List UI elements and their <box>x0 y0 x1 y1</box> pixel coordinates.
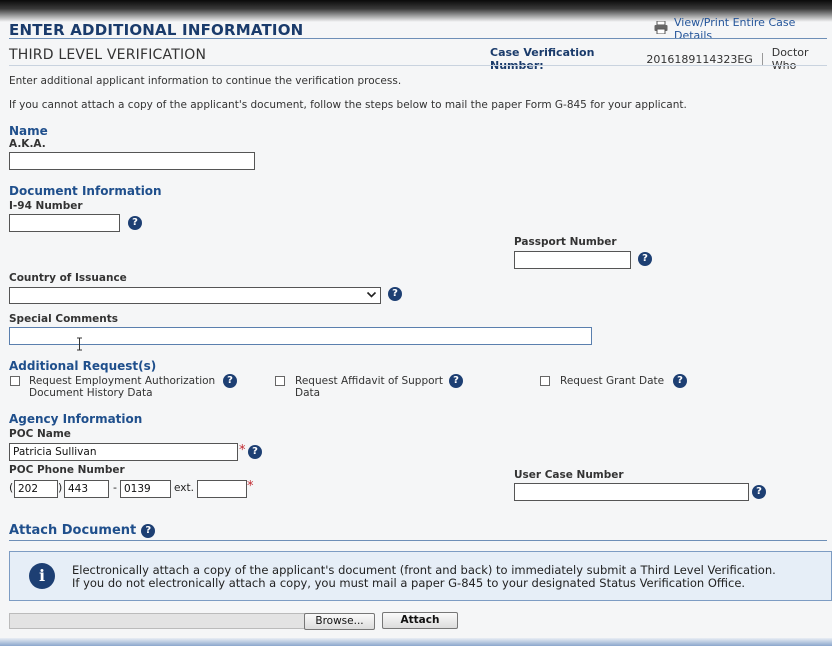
request-ead-history-label-line2: Document History Data <box>29 387 153 399</box>
case-info: Case Verification Number: 2016189114323E… <box>490 46 832 72</box>
request-grant-date-checkbox[interactable] <box>540 376 550 386</box>
attach-help-icon[interactable]: ? <box>141 523 156 538</box>
phone-required-marker: * <box>247 479 254 494</box>
comments-input[interactable] <box>9 327 592 345</box>
aka-label: A.K.A. <box>9 138 46 150</box>
attach-info-box: i Electronically attach a copy of the ap… <box>9 551 832 601</box>
phone-area-code-input[interactable] <box>14 480 58 498</box>
name-section-heading: Name <box>9 124 48 138</box>
passport-input[interactable] <box>514 251 631 269</box>
bottom-bar <box>0 638 832 646</box>
request-grant-date-help-icon[interactable]: ? <box>673 374 687 388</box>
attach-section-heading: Attach Document <box>9 523 137 538</box>
request-affidavit-label-line2: Data <box>295 387 321 399</box>
case-number: 2016189114323EG <box>646 52 753 66</box>
phone-dash: - <box>113 481 117 494</box>
aka-input[interactable] <box>9 152 255 170</box>
printer-icon <box>654 20 668 37</box>
user-case-help-icon[interactable]: ? <box>752 485 766 499</box>
comments-label: Special Comments <box>9 313 119 325</box>
additional-requests-heading: Additional Request(s) <box>9 359 157 373</box>
request-ead-help-icon[interactable]: ? <box>223 374 237 388</box>
request-affidavit-checkbox[interactable] <box>275 376 285 386</box>
poc-name-label: POC Name <box>9 428 71 440</box>
file-path-field[interactable] <box>9 613 305 629</box>
phone-line-input[interactable] <box>120 480 171 498</box>
browse-button[interactable]: Browse... <box>304 613 375 630</box>
phone-ext-label: ext. <box>174 482 194 494</box>
page-subtitle: THIRD LEVEL VERIFICATION <box>9 47 207 63</box>
document-section-heading: Document Information <box>9 184 162 198</box>
request-affidavit-label[interactable]: Request Affidavit of Support Data <box>295 375 443 399</box>
request-ead-history-label[interactable]: Request Employment Authorization Documen… <box>29 375 215 399</box>
passport-label: Passport Number <box>514 236 617 248</box>
user-case-number-input[interactable] <box>514 483 749 501</box>
phone-close-paren: ) <box>58 481 63 494</box>
request-ead-history-label-line1: Request Employment Authorization <box>29 375 216 387</box>
chevron-down-icon <box>366 289 377 303</box>
attach-info-text: Electronically attach a copy of the appl… <box>72 564 776 590</box>
i94-label: I-94 Number <box>9 200 83 212</box>
request-grant-date-label[interactable]: Request Grant Date <box>560 375 664 387</box>
poc-name-input[interactable] <box>9 443 238 461</box>
user-case-number-label: User Case Number <box>514 469 624 481</box>
country-label: Country of Issuance <box>9 272 127 284</box>
request-affidavit-help-icon[interactable]: ? <box>449 374 463 388</box>
title-divider <box>9 38 827 39</box>
phone-open-paren: ( <box>9 481 14 494</box>
user-name: Doctor Who <box>771 46 809 72</box>
i94-help-icon[interactable]: ? <box>128 216 142 230</box>
attach-divider <box>9 540 827 541</box>
subtitle-divider <box>9 65 827 66</box>
case-number-label: Case Verification Number: <box>490 46 595 72</box>
phone-prefix-input[interactable] <box>64 480 109 498</box>
intro-text-1: Enter additional applicant information t… <box>9 75 402 87</box>
poc-name-required-marker: * <box>239 443 246 458</box>
attach-button[interactable]: Attach <box>382 612 458 629</box>
country-select[interactable] <box>9 287 381 304</box>
text-cursor-icon <box>76 336 83 351</box>
agency-section-heading: Agency Information <box>9 412 143 426</box>
i94-input[interactable] <box>9 214 120 232</box>
case-divider <box>761 53 763 65</box>
phone-ext-input[interactable] <box>197 480 247 498</box>
info-icon: i <box>29 563 55 589</box>
request-affidavit-label-line1: Request Affidavit of Support <box>295 375 443 387</box>
poc-name-help-icon[interactable]: ? <box>248 445 262 459</box>
attach-info-line2: If you do not electronically attach a co… <box>72 576 746 590</box>
attach-heading-row: Attach Document ? <box>9 523 156 538</box>
intro-text-2: If you cannot attach a copy of the appli… <box>9 99 687 111</box>
page-title: ENTER ADDITIONAL INFORMATION <box>9 21 304 39</box>
passport-help-icon[interactable]: ? <box>638 252 652 266</box>
request-ead-history-checkbox[interactable] <box>10 376 20 386</box>
country-help-icon[interactable]: ? <box>388 287 402 301</box>
poc-phone-label: POC Phone Number <box>9 464 125 476</box>
